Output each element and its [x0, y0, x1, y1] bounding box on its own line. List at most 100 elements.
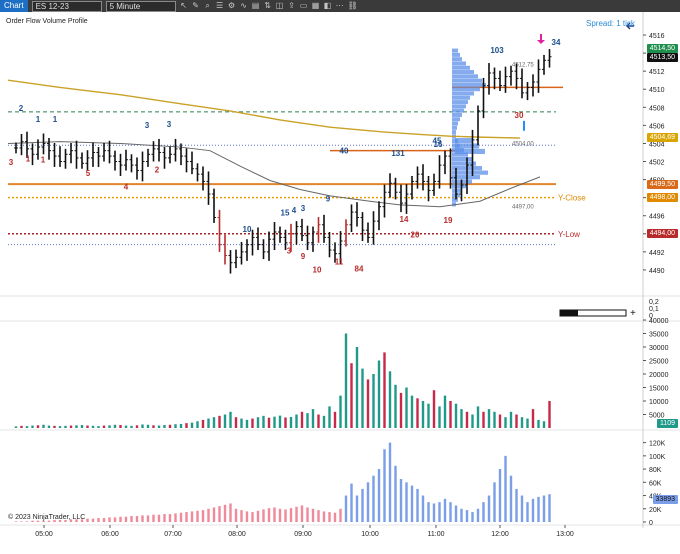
- volume-bar: [317, 414, 320, 428]
- cum-delta-bar: [14, 521, 18, 522]
- swing-label: 14: [400, 215, 409, 224]
- swing-label: 10: [313, 266, 322, 275]
- volume-profile-bar: [452, 48, 458, 53]
- volume-bar: [196, 421, 199, 428]
- profile-level-label: 4504,00: [512, 141, 534, 147]
- volume-bar: [108, 425, 111, 428]
- volume-bar: [531, 409, 535, 428]
- swing-label: 9: [301, 252, 306, 261]
- time-tick-label: 10:00: [361, 531, 379, 538]
- volume-bar: [36, 425, 40, 428]
- cum-delta-bar: [460, 508, 463, 522]
- price-tag: 4498,00: [646, 193, 678, 203]
- cum-delta-bar: [295, 506, 298, 522]
- volume-bar: [399, 392, 403, 428]
- chart-svg[interactable]: 4516451445124510450845064504450245004498…: [0, 12, 680, 552]
- y-close-label: Y-Close: [558, 194, 586, 203]
- cum-delta-bar: [306, 507, 309, 522]
- indicator-tick-label: 0,2: [649, 299, 659, 306]
- volume-bar: [69, 425, 73, 428]
- indicators-icon[interactable]: ∿: [240, 2, 248, 10]
- volume-profile-bar: [452, 95, 470, 100]
- cum-delta-bar: [146, 515, 150, 522]
- instrument-selector[interactable]: ES 12-23: [31, 0, 102, 12]
- cum-delta-bar: [504, 455, 507, 522]
- swing-label: 40: [340, 146, 349, 155]
- cum-delta-bar: [322, 511, 326, 522]
- zoom-icon[interactable]: ⌕: [204, 2, 212, 10]
- templates-icon[interactable]: ▤: [252, 2, 260, 10]
- profile-level-label: 4512,75: [512, 62, 534, 68]
- volume-bar: [311, 409, 315, 428]
- more-icon[interactable]: ⋯: [336, 2, 344, 10]
- volume-bar: [146, 424, 150, 428]
- volume-tick-label: 25000: [649, 359, 669, 366]
- volume-bar: [454, 403, 458, 428]
- cum-delta-bar: [152, 514, 155, 522]
- draw-tools-icon[interactable]: ✎: [192, 2, 200, 10]
- snapshot-icon[interactable]: ◫: [276, 2, 284, 10]
- volume-bar: [47, 425, 51, 428]
- share-icon[interactable]: ⇪: [288, 2, 296, 10]
- window-icon[interactable]: ▭: [300, 2, 308, 10]
- volume-profile-bar: [452, 61, 466, 66]
- cum-delta-bar: [333, 512, 337, 522]
- volume-tick-label: 10000: [649, 399, 669, 406]
- cum-delta-bar: [113, 517, 117, 522]
- cum-delta-bar: [377, 469, 381, 522]
- volume-profile-bar: [452, 121, 458, 126]
- swing-label: 20: [411, 230, 420, 239]
- swing-label: 11: [335, 258, 344, 267]
- cum-delta-bar: [366, 482, 370, 522]
- volume-bar: [366, 379, 370, 428]
- volume-bar: [542, 421, 546, 428]
- interval-selector[interactable]: 5 Minute: [105, 0, 176, 12]
- cum-tick-label: 80K: [649, 467, 662, 474]
- cum-delta-bar: [273, 507, 276, 522]
- volume-bar: [350, 363, 353, 428]
- cum-delta-bar: [542, 495, 546, 522]
- swing-label: 34: [552, 38, 561, 47]
- volume-tick-label: 35000: [649, 332, 669, 339]
- volume-bar: [190, 422, 194, 428]
- cum-delta-bar: [405, 482, 408, 522]
- swing-label: 103: [490, 46, 504, 55]
- cursor-icon[interactable]: ↖: [180, 2, 188, 10]
- volume-bar: [339, 395, 342, 428]
- chart-toolbar: Chart ES 12-23 5 Minute ↖ ✎ ⌕ ☰ ⚙ ∿ ▤ ⇅ …: [0, 0, 680, 12]
- price-tick-label: 4508: [649, 105, 665, 112]
- cum-delta-bar: [344, 495, 348, 522]
- volume-bar: [333, 411, 337, 428]
- volume-bar: [465, 411, 469, 428]
- time-tick-label: 05:00: [35, 531, 53, 538]
- cum-delta-bar: [394, 465, 397, 522]
- chart-area[interactable]: 4516451445124510450845064504450245004498…: [0, 12, 680, 552]
- volume-profile-bar: [452, 78, 482, 83]
- cum-delta-bar: [267, 508, 271, 522]
- properties-icon[interactable]: ☰: [216, 2, 224, 10]
- cum-tick-label: 0: [649, 520, 653, 527]
- swing-label: 3: [9, 158, 14, 167]
- volume-bar: [471, 414, 474, 428]
- cum-delta-bar: [449, 502, 452, 522]
- time-tick-label: 11:00: [428, 531, 445, 538]
- volume-bar: [421, 401, 425, 428]
- swing-label: 5: [86, 169, 91, 178]
- volume-bar: [124, 425, 128, 428]
- cum-delta-bar: [289, 508, 293, 522]
- link-icon[interactable]: ⛓: [348, 2, 358, 10]
- spread-label: Spread: 1 tick: [586, 19, 635, 28]
- volume-profile-bar: [452, 91, 474, 96]
- indicator-tick-label: 0,1: [649, 306, 659, 313]
- trade-icon[interactable]: ⇅: [264, 2, 272, 10]
- volume-bar: [548, 401, 551, 428]
- data-box-icon[interactable]: ▦: [312, 2, 320, 10]
- cum-tick-label: 20K: [649, 507, 662, 514]
- volume-bar: [344, 333, 348, 428]
- chart-trader-icon[interactable]: ◧: [324, 2, 332, 10]
- swing-label: 19: [444, 216, 453, 225]
- chart-tab[interactable]: Chart: [0, 0, 28, 12]
- swing-label: 1: [36, 115, 41, 124]
- swing-label: 84: [355, 265, 364, 274]
- strategies-icon[interactable]: ⚙: [228, 2, 236, 10]
